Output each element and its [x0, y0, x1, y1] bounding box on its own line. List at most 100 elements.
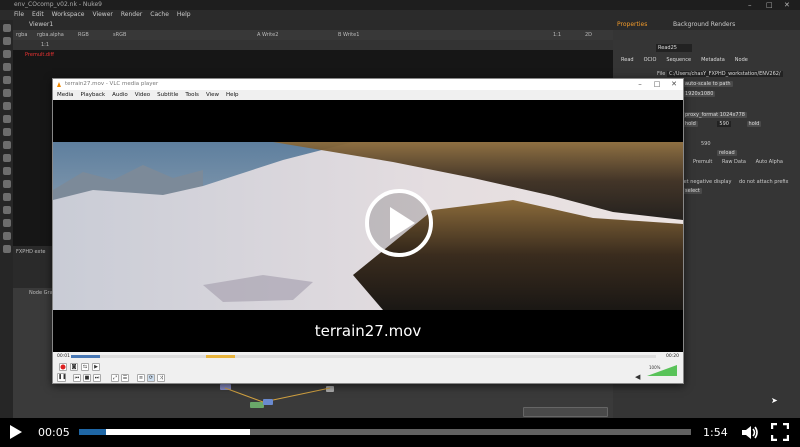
shuffle-icon[interactable]: ⤨	[157, 374, 165, 382]
particles-tool-icon[interactable]	[2, 180, 11, 188]
nuke-title: env_COcomp_v02.nk - Nuke9	[14, 1, 102, 8]
vlc-total-time: 00:20	[666, 354, 679, 359]
transform-tool-icon[interactable]	[2, 128, 11, 136]
vlc-menu-tools[interactable]: Tools	[185, 90, 199, 100]
loop-ab-icon[interactable]: ⇆	[81, 363, 89, 371]
menu-cache[interactable]: Cache	[150, 10, 169, 20]
vlc-controls: ◙ ⇆ ▶ ❚❚ ⏮ ■ ⏭ ⤢ ☰ ≡ ⟳ ⤨ ◀ 100%	[53, 361, 683, 383]
vlc-menu-media[interactable]: Media	[57, 90, 74, 100]
input-b-select[interactable]: B Write1	[338, 30, 359, 40]
record-icon[interactable]	[59, 363, 67, 371]
channel-tool-icon[interactable]	[2, 63, 11, 71]
menu-workspace[interactable]: Workspace	[52, 10, 85, 20]
time-tool-icon[interactable]	[2, 50, 11, 58]
volume-percent: 100%	[649, 365, 661, 370]
draw-tool-icon[interactable]	[2, 37, 11, 45]
next-icon[interactable]: ⏭	[93, 374, 101, 382]
channels-select[interactable]: rgba	[16, 30, 27, 40]
volume-icon[interactable]	[741, 424, 759, 441]
tab-read[interactable]: Read	[621, 56, 634, 64]
prefix-checkbox[interactable]: do not attach prefix	[739, 179, 788, 185]
raw-data-checkbox[interactable]: Raw Data	[722, 159, 746, 165]
pause-button[interactable]: ❚❚	[57, 373, 66, 382]
vlc-minimize-icon[interactable]: –	[633, 79, 647, 90]
toolsets-icon[interactable]	[2, 206, 11, 214]
vlc-video-area[interactable]: terrain27.mov	[53, 100, 683, 352]
fullscreen-toggle-icon[interactable]: ⤢	[111, 374, 119, 382]
vlc-title-bar: terrain27.mov - VLC media player – □ ✕	[53, 79, 683, 90]
tab-node[interactable]: Node	[735, 56, 748, 64]
after-select[interactable]: hold	[746, 121, 762, 127]
3d-tool-icon[interactable]	[2, 141, 11, 149]
close-icon[interactable]: ✕	[784, 0, 790, 10]
vlc-elapsed-time: 00:01	[57, 354, 70, 359]
last-frame-field[interactable]: 590	[717, 121, 731, 127]
lut-select[interactable]: sRGB	[113, 30, 126, 40]
tab-metadata[interactable]: Metadata	[701, 56, 725, 64]
filter-tool-icon[interactable]	[2, 89, 11, 97]
start-frame-field[interactable]: 590	[701, 141, 711, 147]
vlc-menu-subtitle[interactable]: Subtitle	[157, 90, 178, 100]
vlc-seek-bar[interactable]	[71, 355, 656, 358]
tab-background-renders[interactable]: Background Renders	[673, 20, 735, 30]
negative-row: set negative display do not attach prefi…	[681, 178, 789, 186]
colorspace-select[interactable]: RGB	[78, 30, 89, 40]
progress-bar[interactable]	[79, 429, 691, 435]
menu-help[interactable]: Help	[177, 10, 191, 20]
before-select[interactable]: hold	[683, 121, 698, 127]
vlc-menu-playback[interactable]: Playback	[81, 90, 106, 100]
vlc-menu-video[interactable]: Video	[135, 90, 150, 100]
alpha-select[interactable]: rgba.alpha	[37, 30, 64, 40]
snapshot-icon[interactable]: ◙	[70, 363, 78, 371]
vlc-maximize-icon[interactable]: □	[650, 79, 664, 90]
minimize-icon[interactable]: –	[748, 0, 752, 10]
proxy-mode-select[interactable]: auto-scale to path	[683, 81, 733, 87]
merge-tool-icon[interactable]	[2, 115, 11, 123]
views-tool-icon[interactable]	[2, 154, 11, 162]
extended-settings-icon[interactable]: ☰	[121, 374, 129, 382]
loop-icon[interactable]: ⟳	[147, 374, 155, 382]
keyer-tool-icon[interactable]	[2, 102, 11, 110]
vlc-menu-help[interactable]: Help	[226, 90, 239, 100]
previous-icon[interactable]: ⏮	[73, 374, 81, 382]
maximize-icon[interactable]: □	[766, 0, 773, 10]
vlc-menu-audio[interactable]: Audio	[112, 90, 128, 100]
furnace-tool-icon[interactable]	[2, 232, 11, 240]
read-tool-icon[interactable]	[2, 24, 11, 32]
zoom-select[interactable]: 1:1	[553, 30, 561, 40]
premultiplied-checkbox[interactable]: Premult	[693, 159, 712, 165]
frame-step-icon[interactable]: ▶	[92, 363, 100, 371]
viewer-tab[interactable]: Viewer1	[13, 20, 613, 30]
vlc-menu-view[interactable]: View	[206, 90, 219, 100]
file-path-field[interactable]: C:/Users/chasY_FXPHD_workstation/ENV262/	[666, 71, 783, 77]
other-tool-icon[interactable]	[2, 219, 11, 227]
menu-render[interactable]: Render	[121, 10, 142, 20]
negative-checkbox[interactable]: set negative display	[681, 179, 731, 185]
fullscreen-icon[interactable]	[771, 423, 789, 441]
proxy-format-select[interactable]: proxy_format 1024x778	[683, 112, 747, 118]
play-icon[interactable]	[10, 425, 22, 439]
metadata-tool-icon[interactable]	[2, 167, 11, 175]
tab-sequence[interactable]: Sequence	[666, 56, 691, 64]
tab-properties[interactable]: Properties	[617, 20, 647, 30]
node-name-field[interactable]: Read25	[656, 44, 692, 52]
vlc-close-icon[interactable]: ✕	[667, 79, 681, 90]
frame-range-row: hold 590 hold	[683, 120, 762, 128]
reload-button[interactable]: reload	[717, 150, 737, 156]
menu-edit[interactable]: Edit	[32, 10, 44, 20]
tab-ocio[interactable]: OCIO	[644, 56, 657, 64]
settings-tool-icon[interactable]	[2, 245, 11, 253]
menu-viewer[interactable]: Viewer	[92, 10, 112, 20]
color-tool-icon[interactable]	[2, 76, 11, 84]
stop-icon[interactable]: ■	[83, 374, 91, 382]
menu-file[interactable]: File	[14, 10, 24, 20]
deep-tool-icon[interactable]	[2, 193, 11, 201]
view-mode-select[interactable]: 2D	[585, 30, 592, 40]
speaker-icon[interactable]: ◀	[635, 373, 640, 381]
select-dropdown[interactable]: select	[683, 188, 702, 194]
playlist-icon[interactable]: ≡	[137, 374, 145, 382]
format-select[interactable]: 1920x1080	[683, 91, 716, 97]
input-a-select[interactable]: A Write2	[257, 30, 278, 40]
auto-alpha-checkbox[interactable]: Auto Alpha	[756, 159, 783, 165]
node-backdrop[interactable]	[523, 407, 608, 417]
